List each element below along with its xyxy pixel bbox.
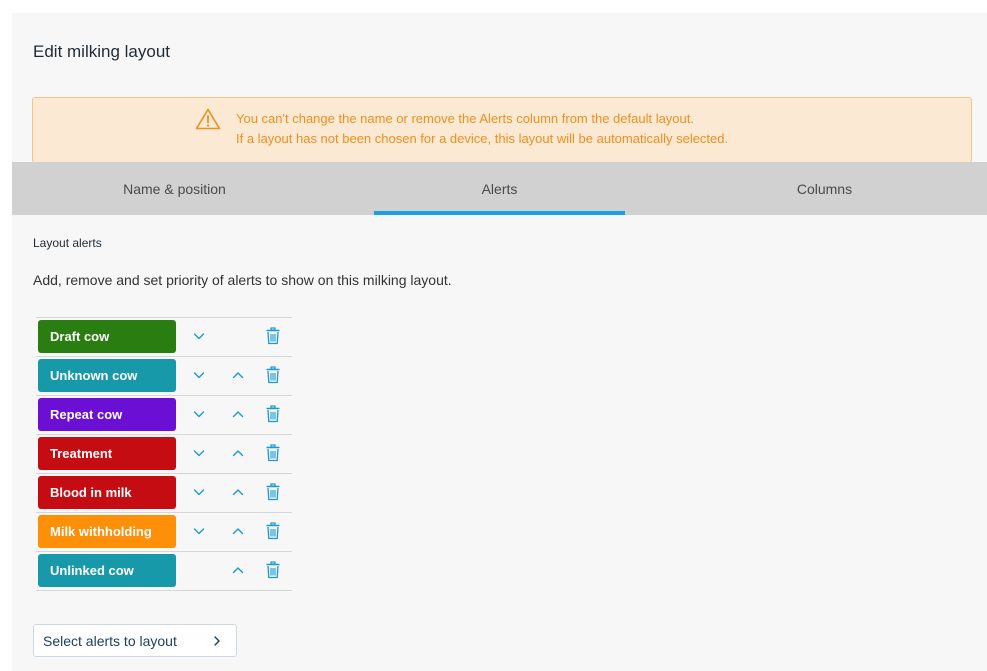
section-heading: Layout alerts	[33, 236, 102, 250]
select-alerts-label: Select alerts to layout	[43, 632, 177, 649]
alert-label: Unknown cow	[38, 359, 176, 392]
warning-line-2: If a layout has not been chosen for a de…	[236, 131, 729, 146]
edit-layout-panel: Edit milking layout You can't change the…	[12, 13, 987, 671]
warning-line-1: You can't change the name or remove the …	[236, 111, 694, 126]
tab-columns[interactable]: Columns	[662, 162, 987, 215]
alert-label: Milk withholding	[38, 515, 176, 548]
chevron-down-icon[interactable]	[192, 329, 206, 343]
chevron-up-icon[interactable]	[231, 446, 245, 460]
chevron-up-icon[interactable]	[231, 407, 245, 421]
trash-icon[interactable]	[265, 327, 281, 345]
alert-label: Unlinked cow	[38, 554, 176, 587]
alert-label: Treatment	[38, 437, 176, 470]
alert-row: Unknown cow	[36, 357, 292, 396]
tab-label: Columns	[796, 180, 853, 197]
chevron-right-icon	[214, 636, 220, 646]
alert-label: Repeat cow	[38, 398, 176, 431]
active-tab-indicator	[373, 211, 625, 215]
trash-icon[interactable]	[265, 522, 281, 540]
alert-row: Treatment	[36, 435, 292, 474]
chevron-down-icon[interactable]	[192, 407, 206, 421]
tab-label: Name & position	[123, 180, 226, 197]
tab-name-position[interactable]: Name & position	[12, 162, 337, 215]
warning-message: You can't change the name or remove the …	[236, 109, 728, 149]
chevron-down-icon[interactable]	[192, 368, 206, 382]
alert-row: Unlinked cow	[36, 552, 292, 591]
trash-icon[interactable]	[265, 366, 281, 384]
tab-label: Alerts	[481, 180, 518, 197]
tab-alerts[interactable]: Alerts	[337, 162, 662, 215]
chevron-up-icon[interactable]	[231, 563, 245, 577]
alert-row: Milk withholding	[36, 513, 292, 552]
warning-triangle-icon	[195, 108, 221, 130]
chevron-up-icon[interactable]	[231, 368, 245, 382]
chevron-down-icon[interactable]	[192, 524, 206, 538]
select-alerts-button[interactable]: Select alerts to layout	[33, 624, 237, 657]
warning-banner: You can't change the name or remove the …	[32, 97, 972, 163]
alert-row: Repeat cow	[36, 396, 292, 435]
chevron-up-icon[interactable]	[231, 524, 245, 538]
section-description: Add, remove and set priority of alerts t…	[33, 272, 452, 288]
alert-label: Draft cow	[38, 320, 176, 353]
alert-row: Blood in milk	[36, 474, 292, 513]
chevron-down-icon[interactable]	[192, 485, 206, 499]
chevron-down-icon[interactable]	[192, 446, 206, 460]
trash-icon[interactable]	[265, 405, 281, 423]
page-title: Edit milking layout	[33, 42, 171, 61]
layout-tabs: Name & position Alerts Columns	[12, 162, 987, 215]
trash-icon[interactable]	[265, 483, 281, 501]
alert-label: Blood in milk	[38, 476, 176, 509]
alert-list: Draft cow Unknown cow Repeat cow Treatment B…	[36, 317, 292, 591]
trash-icon[interactable]	[265, 561, 281, 579]
alert-row: Draft cow	[36, 317, 292, 357]
trash-icon[interactable]	[265, 444, 281, 462]
chevron-up-icon[interactable]	[231, 485, 245, 499]
